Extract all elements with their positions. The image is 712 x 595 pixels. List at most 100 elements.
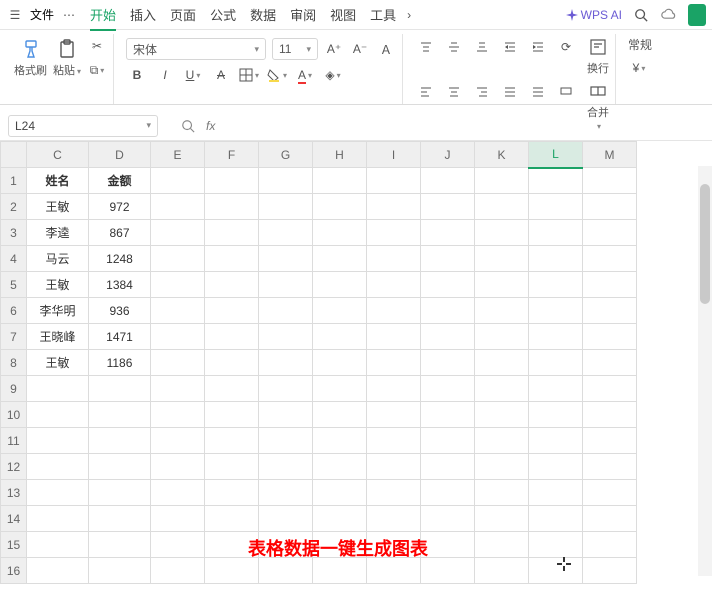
cell[interactable] bbox=[421, 272, 475, 298]
cell[interactable] bbox=[475, 506, 529, 532]
cell[interactable] bbox=[583, 194, 637, 220]
vertical-scrollbar[interactable] bbox=[698, 166, 712, 576]
cell[interactable] bbox=[367, 324, 421, 350]
cell[interactable] bbox=[475, 194, 529, 220]
cell[interactable] bbox=[259, 558, 313, 584]
cell[interactable] bbox=[205, 324, 259, 350]
cell[interactable] bbox=[205, 168, 259, 194]
col-header-G[interactable]: G bbox=[259, 142, 313, 168]
cell[interactable] bbox=[421, 428, 475, 454]
cell[interactable]: 王敏 bbox=[27, 194, 89, 220]
col-header-E[interactable]: E bbox=[151, 142, 205, 168]
cell[interactable] bbox=[475, 246, 529, 272]
cell[interactable] bbox=[205, 376, 259, 402]
cell[interactable] bbox=[367, 506, 421, 532]
align-right-icon[interactable] bbox=[471, 80, 493, 102]
cell[interactable] bbox=[475, 220, 529, 246]
zoom-fx-icon[interactable] bbox=[178, 116, 198, 136]
cell[interactable] bbox=[27, 532, 89, 558]
cell[interactable] bbox=[475, 428, 529, 454]
cell[interactable] bbox=[367, 532, 421, 558]
cell[interactable] bbox=[529, 402, 583, 428]
cell[interactable] bbox=[583, 220, 637, 246]
cell[interactable] bbox=[151, 194, 205, 220]
copy-icon[interactable]: ⧉ bbox=[87, 60, 107, 80]
cut-icon[interactable]: ✂ bbox=[87, 36, 107, 56]
hamburger-icon[interactable]: ☰ bbox=[6, 6, 24, 24]
col-header-D[interactable]: D bbox=[89, 142, 151, 168]
cell[interactable] bbox=[313, 350, 367, 376]
col-header-J[interactable]: J bbox=[421, 142, 475, 168]
cell[interactable] bbox=[421, 350, 475, 376]
cell[interactable] bbox=[421, 506, 475, 532]
cell[interactable] bbox=[313, 168, 367, 194]
cell[interactable] bbox=[205, 220, 259, 246]
cell[interactable] bbox=[151, 246, 205, 272]
cell[interactable] bbox=[205, 298, 259, 324]
cell[interactable] bbox=[421, 376, 475, 402]
cell[interactable] bbox=[313, 532, 367, 558]
row-header[interactable]: 3 bbox=[1, 220, 27, 246]
cell[interactable]: 金额 bbox=[89, 168, 151, 194]
cell[interactable] bbox=[583, 298, 637, 324]
row-header[interactable]: 11 bbox=[1, 428, 27, 454]
cell[interactable] bbox=[367, 220, 421, 246]
col-header-M[interactable]: M bbox=[583, 142, 637, 168]
cell[interactable] bbox=[367, 428, 421, 454]
cell[interactable] bbox=[151, 558, 205, 584]
row-header[interactable]: 14 bbox=[1, 506, 27, 532]
cell[interactable] bbox=[583, 454, 637, 480]
cell[interactable] bbox=[475, 402, 529, 428]
align-bottom-icon[interactable] bbox=[471, 36, 493, 58]
cell[interactable] bbox=[259, 298, 313, 324]
menu-tab-公式[interactable]: 公式 bbox=[210, 5, 236, 24]
row-header[interactable]: 13 bbox=[1, 480, 27, 506]
format-painter-button[interactable]: 格式刷 bbox=[14, 38, 47, 78]
row-header[interactable]: 10 bbox=[1, 402, 27, 428]
app-button[interactable] bbox=[688, 4, 706, 26]
cell[interactable] bbox=[259, 168, 313, 194]
clear-format-icon[interactable]: Ａ bbox=[376, 39, 396, 59]
cell[interactable] bbox=[151, 272, 205, 298]
strike-button[interactable]: A bbox=[210, 64, 232, 86]
cell[interactable] bbox=[367, 558, 421, 584]
cell[interactable] bbox=[583, 272, 637, 298]
number-format-label[interactable]: 常规 bbox=[628, 36, 652, 53]
cell[interactable] bbox=[367, 298, 421, 324]
cell[interactable] bbox=[259, 376, 313, 402]
cell[interactable] bbox=[367, 376, 421, 402]
cell[interactable] bbox=[421, 454, 475, 480]
cell[interactable] bbox=[151, 220, 205, 246]
col-header-K[interactable]: K bbox=[475, 142, 529, 168]
cell[interactable] bbox=[313, 324, 367, 350]
justify-icon[interactable] bbox=[499, 80, 521, 102]
cell[interactable] bbox=[583, 376, 637, 402]
menu-tab-工具[interactable]: 工具 bbox=[370, 5, 396, 24]
cell[interactable] bbox=[151, 350, 205, 376]
cell[interactable] bbox=[89, 480, 151, 506]
merge-cells-button[interactable]: 合并 bbox=[587, 80, 609, 131]
row-header[interactable]: 9 bbox=[1, 376, 27, 402]
cell[interactable] bbox=[475, 324, 529, 350]
cell[interactable]: 867 bbox=[89, 220, 151, 246]
cell[interactable] bbox=[313, 428, 367, 454]
row-header[interactable]: 12 bbox=[1, 454, 27, 480]
cell[interactable] bbox=[583, 246, 637, 272]
formula-input[interactable] bbox=[223, 118, 523, 133]
currency-button[interactable]: ¥ bbox=[628, 57, 650, 79]
cell[interactable] bbox=[421, 246, 475, 272]
row-header[interactable]: 15 bbox=[1, 532, 27, 558]
cell[interactable] bbox=[89, 454, 151, 480]
cell[interactable] bbox=[367, 272, 421, 298]
cell[interactable] bbox=[151, 454, 205, 480]
cell[interactable] bbox=[583, 506, 637, 532]
cell[interactable] bbox=[421, 168, 475, 194]
align-middle-icon[interactable] bbox=[443, 36, 465, 58]
cell[interactable]: 936 bbox=[89, 298, 151, 324]
cell[interactable]: 李逵 bbox=[27, 220, 89, 246]
cell[interactable] bbox=[421, 558, 475, 584]
cell[interactable] bbox=[421, 480, 475, 506]
cell[interactable]: 王晓峰 bbox=[27, 324, 89, 350]
cell[interactable] bbox=[259, 350, 313, 376]
cell[interactable] bbox=[421, 194, 475, 220]
